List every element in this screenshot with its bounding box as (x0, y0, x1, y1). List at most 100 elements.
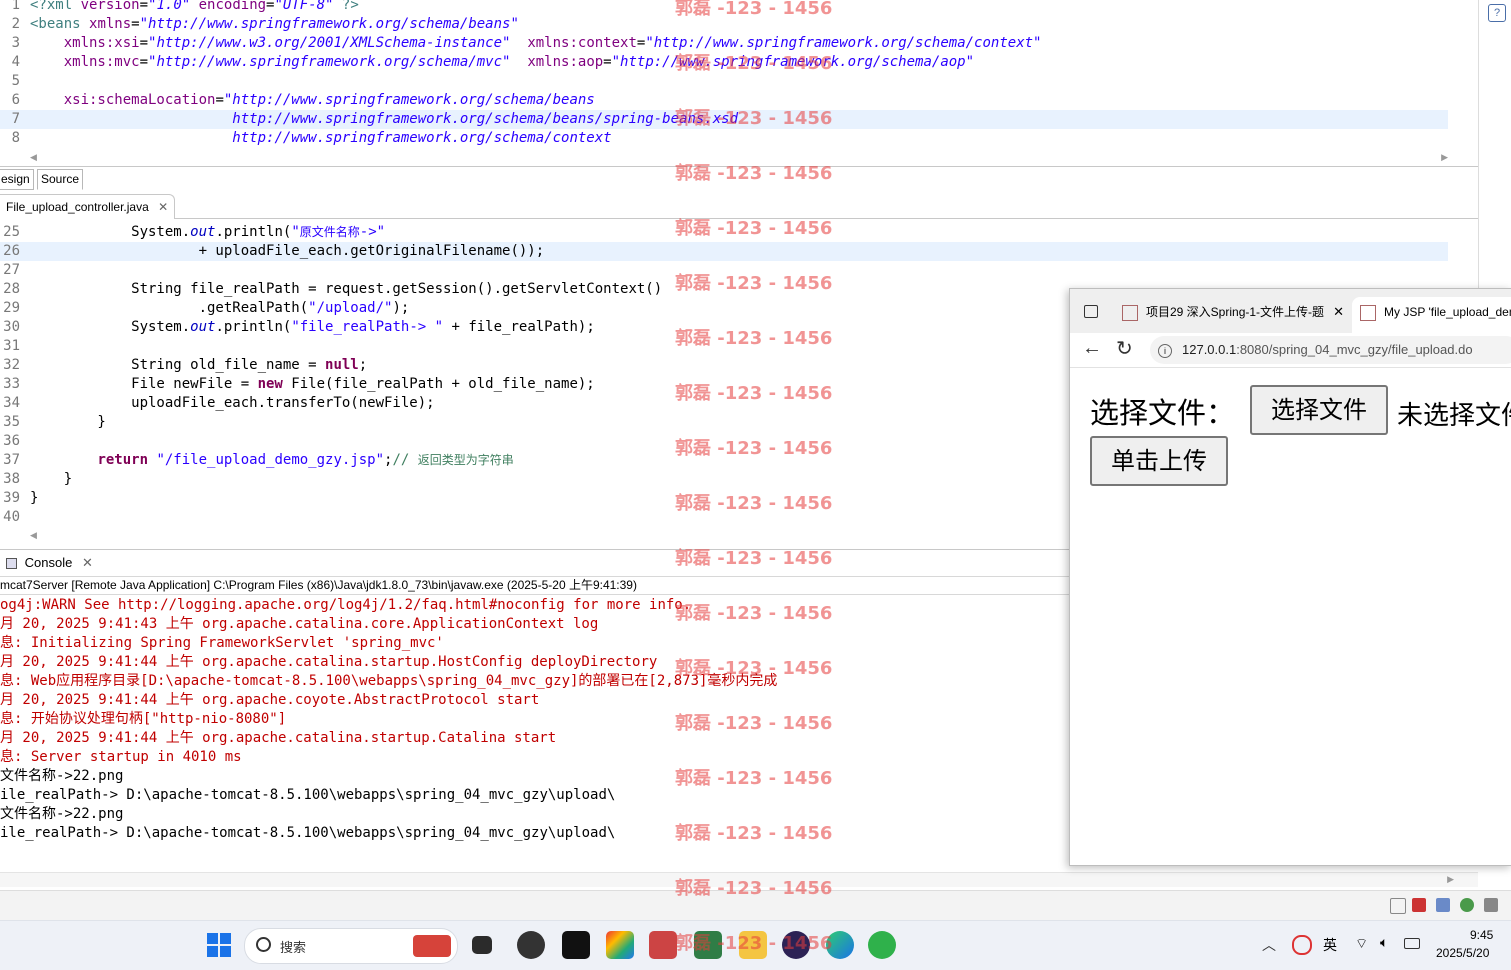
app-icon-aperture[interactable] (517, 931, 545, 959)
xml-horizontal-scrollbar[interactable]: ◀ ▶ (30, 152, 1448, 166)
servers-icon[interactable] (1412, 898, 1426, 912)
console-line: 息: Web应用程序目录[D:\apache-tomcat-8.5.100\we… (0, 673, 778, 689)
choose-file-button[interactable]: 选择文件 (1250, 385, 1388, 435)
code-text: xmlns:xsi="http://www.w3.org/2001/XMLSch… (30, 34, 1042, 53)
search-placeholder: 搜索 (280, 941, 307, 956)
wifi-icon[interactable]: ⌔ (1355, 935, 1368, 953)
windows-start-icon[interactable] (205, 931, 233, 959)
code-token: "http://www.springframework.org/schema/b… (139, 16, 519, 32)
ime-indicator[interactable]: 英 (1323, 935, 1337, 955)
code-token: out (190, 224, 216, 240)
code-line[interactable]: 4 xmlns:mvc="http://www.springframework.… (0, 53, 1448, 72)
task-view-icon[interactable] (472, 936, 492, 954)
code-line[interactable]: 3 xmlns:xsi="http://www.w3.org/2001/XMLS… (0, 34, 1448, 53)
console-line: ile_realPath-> D:\apache-tomcat-8.5.100\… (0, 825, 616, 841)
code-token: " (291, 224, 300, 240)
browser-toolbar: ← ↻ i 127.0.0.1:8080/spring_04_mvc_gzy/fi… (1070, 333, 1511, 368)
wechat-icon[interactable] (868, 931, 896, 959)
code-token: return (97, 452, 149, 468)
browser-tab-jsp[interactable]: My JSP 'file_upload_demo (1352, 297, 1511, 333)
code-token: = (139, 35, 149, 51)
xml-editor[interactable]: 1 <?xml version="1.0" encoding="UTF-8" ?>… (0, 0, 1479, 152)
code-line[interactable]: 5 (0, 72, 1448, 91)
code-token: ?> (333, 0, 359, 13)
scroll-left-icon[interactable]: ◀ (30, 152, 37, 163)
console-line: 息: Initializing Spring FrameworkServlet … (0, 635, 444, 651)
code-line[interactable]: 27 (0, 261, 1448, 280)
browser-tab-project[interactable]: 项目29 深入Spring-1-文件上传-题 ✕ (1114, 297, 1350, 333)
volume-icon[interactable]: 🔈︎ (1380, 934, 1388, 951)
taskbar-search[interactable]: 搜索 (244, 928, 458, 964)
line-number: 7 (11, 111, 20, 127)
code-text: xsi:schemaLocation="http://www.springfra… (30, 91, 595, 110)
code-token: xsi:schemaLocation (63, 92, 216, 108)
app-icon-colorful[interactable] (606, 931, 634, 959)
view-icon[interactable] (1484, 898, 1498, 912)
code-token: = (603, 54, 612, 70)
line-number: 37 (3, 452, 20, 468)
line-number: 31 (3, 338, 20, 354)
app-icon-excel[interactable] (694, 931, 722, 959)
code-token: null (325, 357, 359, 373)
scroll-left-icon[interactable]: ◀ (30, 530, 37, 541)
line-number: 32 (3, 357, 20, 373)
code-line[interactable]: 26 + uploadFile_each.getOriginalFilename… (0, 242, 1448, 261)
no-file-text: 未选择文件 (1397, 401, 1511, 431)
back-icon[interactable]: ← (1082, 337, 1102, 360)
code-token: + uploadFile_each. (30, 243, 351, 259)
scroll-right-icon[interactable]: ▶ (1441, 152, 1448, 163)
close-icon[interactable]: ✕ (82, 555, 93, 570)
tab-design[interactable]: esign (0, 169, 34, 190)
console-line: 文件名称->22.png (0, 768, 124, 784)
line-number: 30 (3, 319, 20, 335)
clock-time[interactable]: 9:45 (1470, 928, 1493, 942)
address-bar[interactable]: i 127.0.0.1:8080/spring_04_mvc_gzy/file_u… (1150, 336, 1511, 364)
tab-file-upload-controller[interactable]: File_upload_controller.java ✕ (0, 194, 176, 219)
code-token: <?xml (30, 0, 81, 13)
code-line[interactable]: 2 <beans xmlns="http://www.springframewor… (0, 15, 1448, 34)
java-horizontal-scrollbar[interactable]: ◀ (30, 530, 1070, 544)
tasks-icon[interactable] (1436, 898, 1450, 912)
tab-actions-icon[interactable] (1084, 305, 1098, 318)
console-horizontal-scrollbar[interactable]: ▶ (0, 872, 1478, 887)
file-explorer-icon[interactable] (739, 931, 767, 959)
line-number: 40 (3, 509, 20, 525)
eclipse-icon[interactable] (782, 931, 810, 959)
upload-button[interactable]: 单击上传 (1090, 436, 1228, 486)
app-icon-music[interactable] (562, 931, 590, 959)
code-token: .getRealPath( (30, 300, 309, 316)
code-token: out (190, 319, 216, 335)
code-token: "http://www.springframework.org/schema/b… (223, 92, 595, 108)
sync-icon[interactable] (1292, 935, 1312, 955)
design-source-tabs: esign Source (0, 166, 1478, 191)
code-line[interactable]: 8 http://www.springframework.org/schema/… (0, 129, 1448, 148)
line-number: 5 (11, 73, 20, 89)
code-text: } (30, 489, 38, 508)
code-line[interactable]: 25 System.out.println("原文件名称->" (0, 223, 1448, 242)
close-icon[interactable]: ✕ (1333, 297, 1344, 327)
code-line[interactable]: 6 xsi:schemaLocation="http://www.springf… (0, 91, 1448, 110)
code-line[interactable]: 7 http://www.springframework.org/schema/… (0, 110, 1448, 129)
browser-tab-label: 项目29 深入Spring-1-文件上传-题 (1146, 305, 1325, 319)
globe-icon[interactable] (1460, 898, 1474, 912)
scroll-right-icon[interactable]: ▶ (1447, 874, 1454, 885)
close-icon[interactable]: ✕ (158, 200, 168, 214)
info-icon[interactable]: i (1158, 343, 1172, 358)
code-token: xmlns:context (527, 35, 637, 51)
tray-chevron-icon[interactable]: ︿ (1262, 935, 1276, 955)
tab-console[interactable]: Console ✕ (0, 552, 99, 574)
clock-date[interactable]: 2025/5/20 (1436, 946, 1489, 960)
code-text: .getRealPath("/upload/"); (30, 299, 410, 318)
tab-source[interactable]: Source (37, 169, 84, 190)
app-icon-toolbox[interactable] (649, 931, 677, 959)
line-number: 8 (11, 130, 20, 146)
minimize-icon[interactable] (1390, 898, 1406, 914)
refresh-icon[interactable]: ↻ (1116, 336, 1133, 361)
line-number: 33 (3, 376, 20, 392)
help-icon[interactable]: ? (1488, 4, 1506, 22)
console-icon (6, 558, 17, 570)
code-line[interactable]: 1 <?xml version="1.0" encoding="UTF-8" ?> (0, 0, 1448, 15)
edge-icon[interactable] (826, 931, 854, 959)
battery-icon[interactable] (1404, 938, 1420, 949)
